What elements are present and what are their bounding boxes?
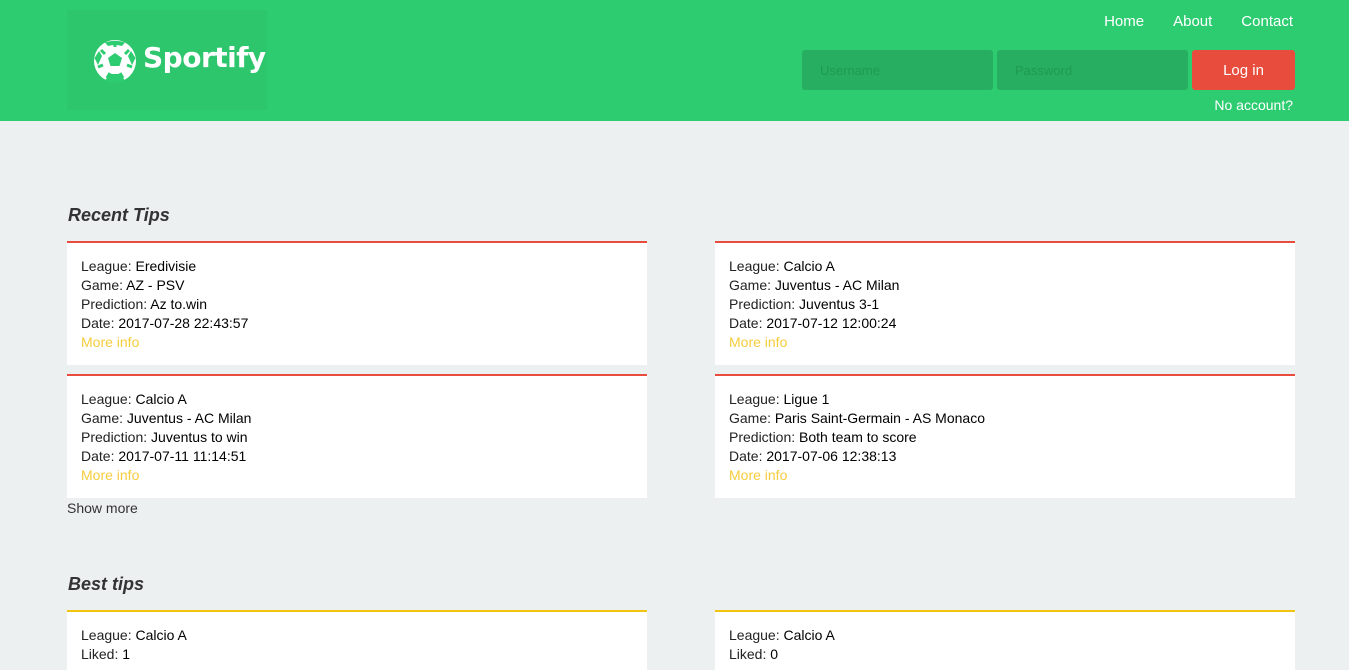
- tip-liked: Liked: 1: [81, 646, 131, 662]
- recent-tip-card: League: Calcio A Game: Juventus - AC Mil…: [67, 374, 647, 498]
- nav-about[interactable]: About: [1173, 12, 1212, 32]
- tip-prediction: Prediction: Az to.win: [81, 296, 208, 312]
- more-info-link[interactable]: More info: [81, 333, 633, 352]
- more-info-link[interactable]: More info: [729, 333, 1281, 352]
- tip-date: Date: 2017-07-28 22:43:57: [81, 315, 249, 331]
- tip-league: League: Calcio A: [729, 627, 835, 643]
- tip-prediction: Prediction: Juventus to win: [81, 429, 248, 445]
- tip-league: League: Calcio A: [81, 627, 187, 643]
- tip-league: League: Ligue 1: [729, 391, 830, 407]
- no-account-link[interactable]: No account?: [1214, 97, 1293, 113]
- tip-league: League: Calcio A: [729, 258, 835, 274]
- soccer-ball-icon[interactable]: [92, 38, 138, 84]
- tip-game: Game: Juventus - AC Milan: [729, 277, 900, 293]
- tip-game: Game: Juventus - AC Milan: [81, 410, 252, 426]
- nav-contact[interactable]: Contact: [1241, 12, 1293, 32]
- recent-tips-title: Recent Tips: [68, 205, 170, 225]
- recent-tip-card: League: Ligue 1 Game: Paris Saint-Germai…: [715, 374, 1295, 498]
- nav-home[interactable]: Home: [1104, 12, 1144, 32]
- best-tip-card: League: Calcio A Liked: 0: [715, 610, 1295, 670]
- tip-game: Game: AZ - PSV: [81, 277, 185, 293]
- tip-liked: Liked: 0: [729, 646, 779, 662]
- show-more-link[interactable]: Show more: [67, 500, 138, 516]
- tip-prediction: Prediction: Both team to score: [729, 429, 917, 445]
- more-info-link[interactable]: More info: [81, 466, 633, 485]
- tip-date: Date: 2017-07-12 12:00:24: [729, 315, 897, 331]
- username-input[interactable]: [802, 50, 993, 90]
- tip-prediction: Prediction: Juventus 3-1: [729, 296, 880, 312]
- more-info-link[interactable]: More info: [729, 466, 1281, 485]
- best-tip-card: League: Calcio A Liked: 1: [67, 610, 647, 670]
- tip-league: League: Calcio A: [81, 391, 187, 407]
- tip-date: Date: 2017-07-11 11:14:51: [81, 448, 247, 464]
- login-form: Log in: [802, 50, 1295, 90]
- brand-name[interactable]: Sportify: [143, 41, 266, 74]
- main-nav: Home About Contact: [1104, 12, 1293, 32]
- tip-game: Game: Paris Saint-Germain - AS Monaco: [729, 410, 985, 426]
- login-button[interactable]: Log in: [1192, 50, 1295, 90]
- tip-date: Date: 2017-07-06 12:38:13: [729, 448, 897, 464]
- password-input[interactable]: [997, 50, 1188, 90]
- tip-league: League: Eredivisie: [81, 258, 197, 274]
- recent-tip-card: League: Eredivisie Game: AZ - PSV Predic…: [67, 241, 647, 365]
- top-header: Sportify Home About Contact Log in No ac…: [0, 0, 1349, 121]
- recent-tip-card: League: Calcio A Game: Juventus - AC Mil…: [715, 241, 1295, 365]
- best-tips-title: Best tips: [68, 574, 145, 594]
